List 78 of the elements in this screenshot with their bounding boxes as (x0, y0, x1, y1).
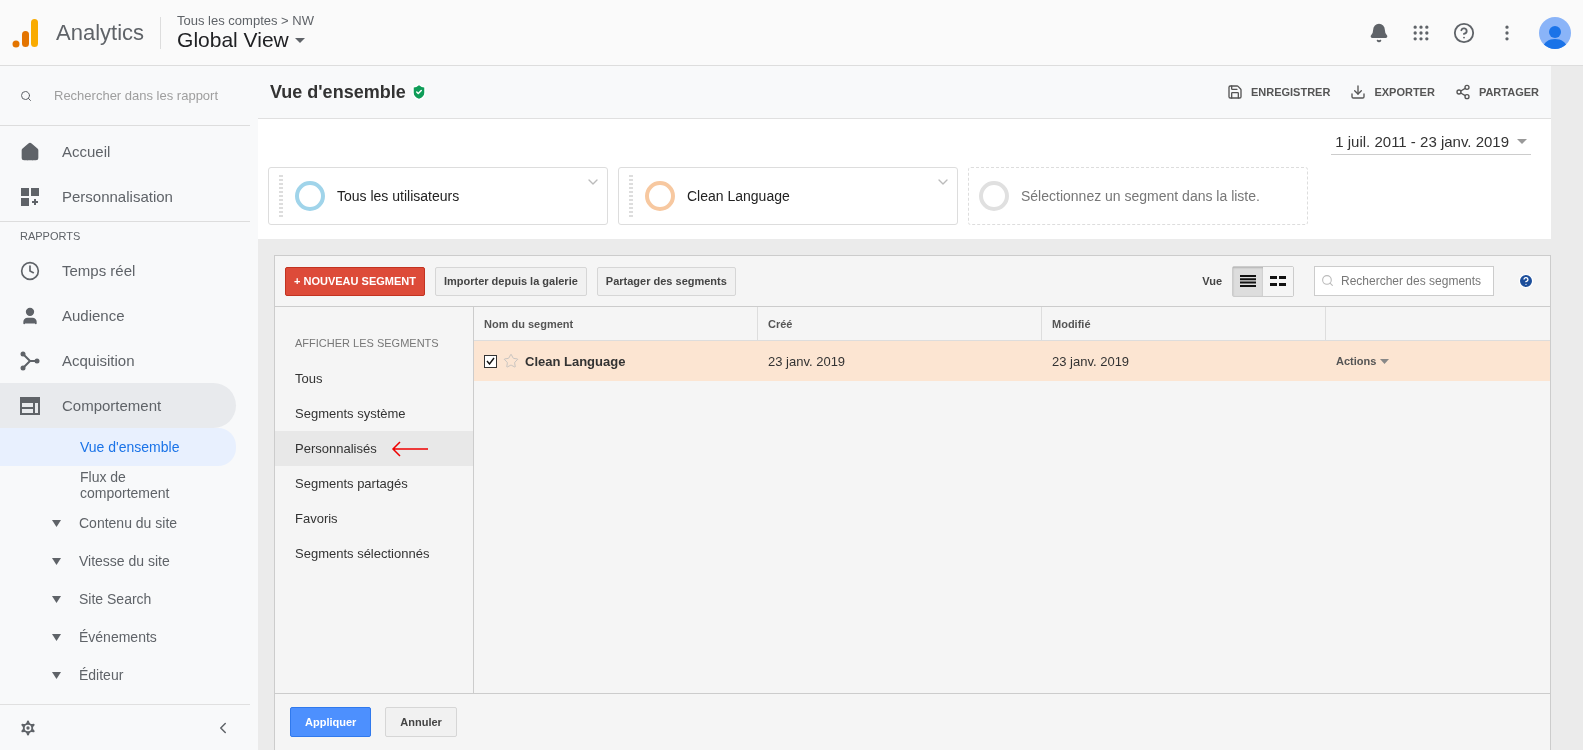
sidebar-item[interactable]: Audience (0, 293, 236, 338)
layout-icon (20, 396, 40, 415)
view-selector[interactable]: Global View (177, 28, 314, 52)
help-icon[interactable] (1453, 21, 1475, 44)
product-name: Analytics (56, 16, 162, 49)
toolbar-action[interactable]: EXPORTER (1350, 84, 1435, 100)
date-range-picker[interactable]: 1 juil. 2011 - 23 janv. 2019 (1331, 131, 1531, 155)
empty-segment-slot[interactable]: Sélectionnez un segment dans la liste. (968, 167, 1308, 225)
report-search-field[interactable]: Rechercher dans les rapport (54, 88, 230, 103)
star-icon[interactable] (503, 353, 519, 369)
segment-button[interactable]: Importer depuis la galerie (434, 266, 587, 296)
sidebar-subitem[interactable]: Éditeur (0, 656, 236, 694)
settings-icon[interactable] (18, 717, 38, 738)
segment-filter[interactable]: Segments sélectionnés (275, 536, 473, 571)
account-breadcrumb[interactable]: Tous les comptes > NW (177, 13, 314, 28)
bell-icon[interactable] (1369, 22, 1389, 43)
list-view-button[interactable] (1233, 266, 1263, 296)
caret-icon (52, 671, 61, 679)
footer-button[interactable]: Appliquer (290, 707, 372, 737)
list-icon (1240, 275, 1256, 287)
sidebar-subitem[interactable]: Vitesse du site (0, 542, 236, 580)
segment-hint: Sélectionnez un segment dans la liste. (1021, 188, 1260, 204)
segment-card[interactable]: Clean Language (618, 167, 958, 225)
toolbar-action[interactable]: ENREGISTRER (1226, 84, 1331, 100)
segment-label: Clean Language (687, 188, 790, 204)
caret-icon (52, 595, 61, 603)
sidebar-item[interactable]: Personnalisation (0, 174, 236, 219)
page-title: Vue d'ensemble (270, 81, 406, 103)
clock-icon (20, 260, 40, 281)
caret-icon (52, 519, 61, 527)
segment-card[interactable]: Tous les utilisateurs (268, 167, 608, 225)
caret-icon (1380, 358, 1390, 364)
segment-filter[interactable]: Tous (275, 361, 473, 396)
caret-icon (294, 37, 305, 43)
branch-icon (20, 350, 40, 371)
segment-search-field[interactable]: Rechercher des segments (1314, 266, 1494, 296)
section-label: RAPPORTS (19, 229, 82, 244)
sidebar-subitem[interactable]: Contenu du site (0, 504, 236, 542)
sidebar-item[interactable]: Accueil (0, 129, 236, 174)
sidebar-item[interactable]: Comportement (0, 383, 236, 428)
sidebar-item[interactable]: Temps réel (0, 248, 236, 293)
bar-chart-logo (12, 17, 40, 48)
caret-icon (52, 633, 61, 641)
sidebar-item[interactable]: Acquisition (0, 338, 236, 383)
person-icon (20, 305, 40, 326)
segment-filter[interactable]: Favoris (275, 501, 473, 536)
segment-button[interactable]: Partager des segments (596, 266, 736, 296)
actions-dropdown[interactable]: Actions (1336, 355, 1390, 367)
sidebar-subitem[interactable]: Événements (0, 618, 236, 656)
sidebar-subitem[interactable]: Flux de comportement (0, 466, 236, 504)
dashboard-plus-icon (20, 186, 40, 207)
avatar[interactable] (1539, 16, 1571, 49)
segment-label: Tous les utilisateurs (337, 188, 460, 204)
view-label: Vue (1202, 275, 1222, 287)
sidebar-subitem[interactable]: Vue d'ensemble (0, 428, 236, 466)
save-icon (1226, 84, 1243, 100)
grid-icon (1270, 275, 1286, 287)
filter-heading: AFFICHER LES SEGMENTS (294, 337, 440, 351)
segment-filter[interactable]: Segments système (275, 396, 473, 431)
table-cell: 23 janv. 2019 (758, 341, 1042, 381)
home-icon (20, 141, 40, 162)
segment-name: Clean Language (525, 353, 626, 369)
row-checkbox[interactable] (484, 354, 497, 368)
sidebar-subitem[interactable]: Site Search (0, 580, 236, 618)
annotation-arrow-drawing (390, 440, 429, 457)
drag-handle-icon[interactable] (279, 175, 283, 217)
caret-icon (52, 557, 61, 565)
share-icon (1454, 84, 1471, 100)
segment-filter[interactable]: Segments partagés (275, 466, 473, 501)
footer-button[interactable]: Annuler (385, 707, 457, 737)
segment-button[interactable]: + NOUVEAU SEGMENT (285, 266, 425, 296)
download-icon (1350, 84, 1367, 100)
table-cell: 23 janv. 2019 (1042, 341, 1326, 381)
segment-filter[interactable]: Personnalisés (275, 431, 473, 466)
drag-handle-icon[interactable] (629, 175, 633, 217)
ring-icon (979, 181, 1009, 211)
caret-icon (1517, 139, 1527, 144)
toolbar-action[interactable]: PARTAGER (1454, 84, 1539, 100)
